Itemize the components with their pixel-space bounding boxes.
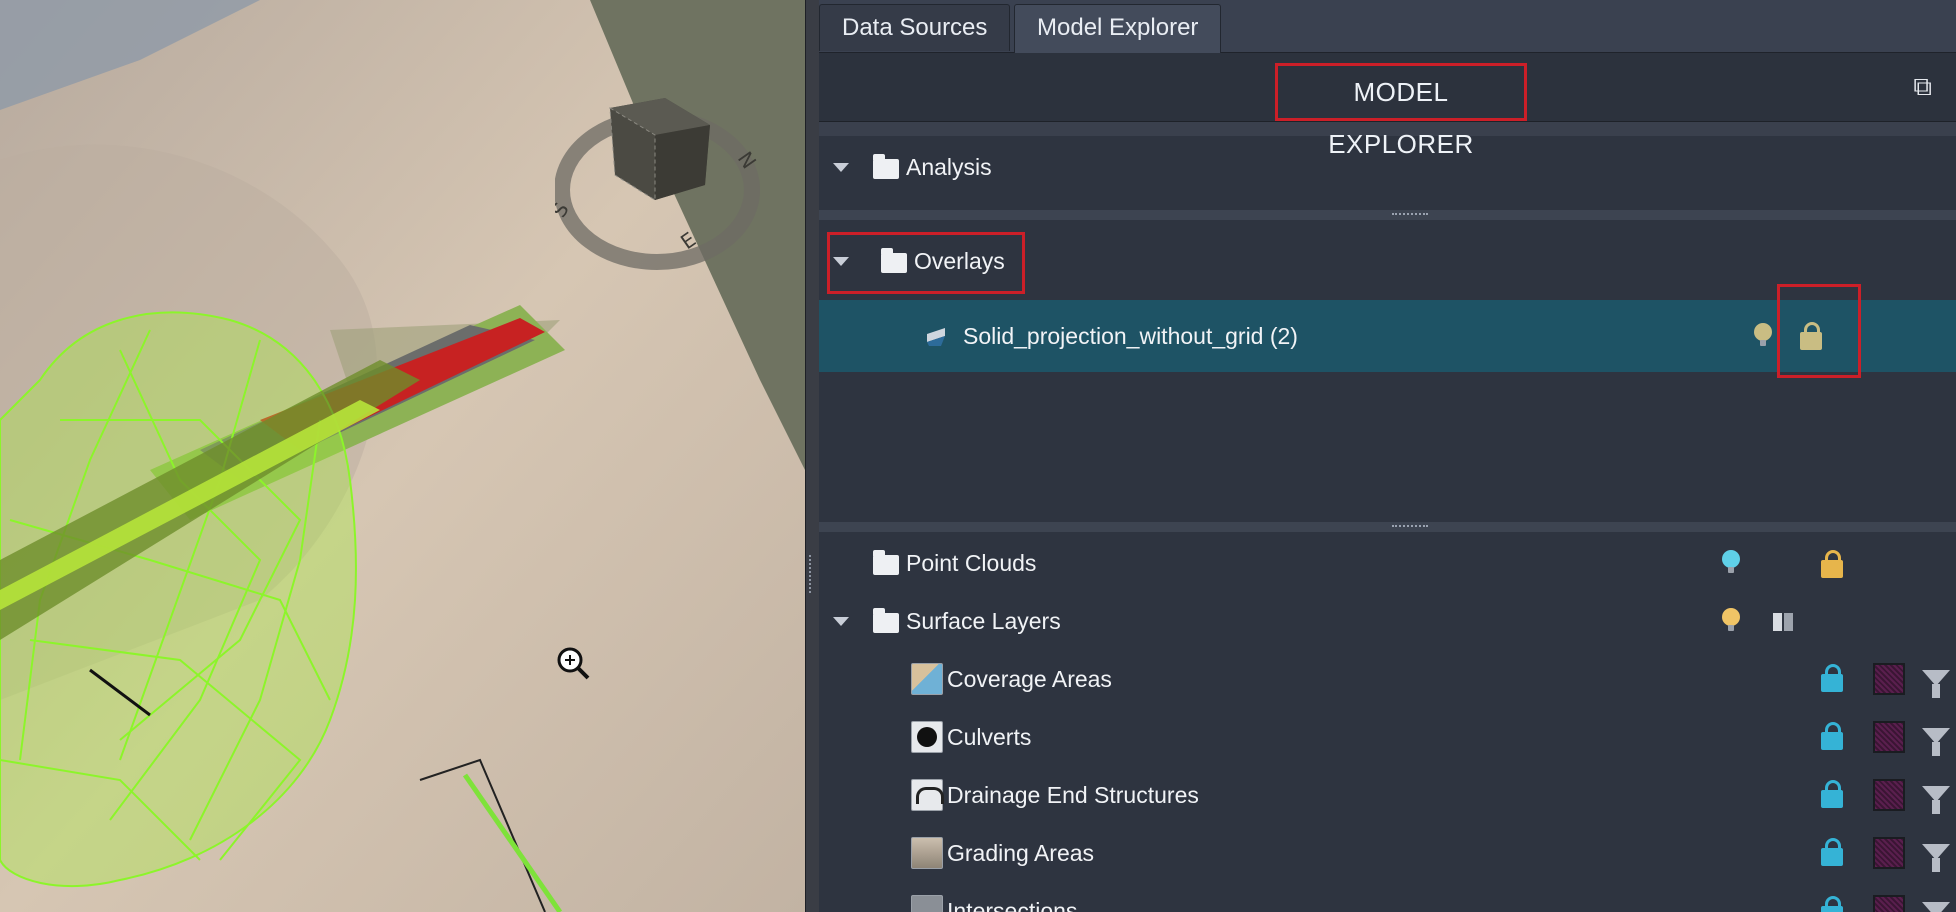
tree-item-label: Drainage End Structures xyxy=(947,782,1199,808)
color-swatch[interactable] xyxy=(1873,837,1905,869)
layer-panel-icon[interactable] xyxy=(1771,610,1795,634)
filter-icon[interactable] xyxy=(1922,844,1950,872)
chevron-down-icon[interactable] xyxy=(833,163,849,172)
section-divider[interactable] xyxy=(819,522,1956,532)
unlock-icon[interactable] xyxy=(1821,838,1843,866)
list-item[interactable]: Coverage Areas xyxy=(819,650,1956,708)
tree-item-label: Point Clouds xyxy=(906,550,1037,576)
unlock-icon[interactable] xyxy=(1821,780,1843,808)
tree-item-label: Coverage Areas xyxy=(947,666,1112,692)
divider-grip xyxy=(1392,525,1428,531)
color-swatch[interactable] xyxy=(1873,721,1905,753)
tab-model-explorer[interactable]: Model Explorer xyxy=(1014,4,1222,53)
restore-window-icon[interactable]: ⧉ xyxy=(1913,71,1932,103)
tab-bar: Data Sources Model Explorer xyxy=(819,0,1956,53)
tree-item-label: Surface Layers xyxy=(906,608,1061,634)
visibility-bulb-icon[interactable] xyxy=(1722,550,1740,573)
tree-item-point-clouds[interactable]: Point Clouds xyxy=(819,534,1956,592)
panel-header: MODEL EXPLORER ⧉ xyxy=(819,53,1956,159)
folder-icon xyxy=(873,154,899,179)
drainage-end-structures-icon xyxy=(911,779,944,811)
culverts-icon xyxy=(911,721,943,753)
tree-item-label: Solid_projection_without_grid (2) xyxy=(963,323,1298,349)
grading-areas-icon xyxy=(911,837,943,869)
folder-icon xyxy=(873,608,899,633)
model-explorer-panel: Data Sources Model Explorer MODEL EXPLOR… xyxy=(819,0,1956,912)
unlock-icon[interactable] xyxy=(1821,722,1843,750)
tree-item-analysis[interactable]: Analysis xyxy=(819,138,1956,196)
pane-splitter[interactable] xyxy=(805,0,820,912)
3d-viewport[interactable]: N E S xyxy=(0,0,805,912)
tree-item-label: Intersections xyxy=(947,898,1078,912)
tree-item-surface-layers[interactable]: Surface Layers xyxy=(819,592,1956,650)
list-item[interactable]: Drainage End Structures xyxy=(819,766,1956,824)
unlock-icon[interactable] xyxy=(1821,664,1843,692)
chevron-down-icon[interactable] xyxy=(833,617,849,626)
lock-highlight-box xyxy=(1777,284,1861,378)
color-swatch[interactable] xyxy=(1873,895,1905,912)
tree-item-label: Analysis xyxy=(906,154,992,180)
list-item[interactable]: Grading Areas xyxy=(819,824,1956,882)
filter-icon[interactable] xyxy=(1922,670,1950,698)
filter-icon[interactable] xyxy=(1922,728,1950,756)
list-item[interactable]: Intersections xyxy=(819,882,1956,912)
color-swatch[interactable] xyxy=(1873,779,1905,811)
tree-item-label: Grading Areas xyxy=(947,840,1095,866)
coverage-areas-icon xyxy=(911,663,943,695)
filter-icon[interactable] xyxy=(1922,786,1950,814)
lock-icon[interactable] xyxy=(1821,550,1843,578)
intersections-icon xyxy=(911,895,943,912)
folder-icon xyxy=(873,550,899,575)
page-title: MODEL EXPLORER xyxy=(1275,63,1527,159)
color-swatch[interactable] xyxy=(1873,663,1905,695)
visibility-bulb-icon[interactable] xyxy=(1722,608,1740,631)
list-item[interactable]: Culverts xyxy=(819,708,1956,766)
solid-layer-icon xyxy=(923,322,949,348)
tab-data-sources[interactable]: Data Sources xyxy=(819,4,1011,51)
section-divider[interactable] xyxy=(819,210,1956,220)
unlock-icon[interactable] xyxy=(1821,896,1843,912)
splitter-grip xyxy=(809,555,817,593)
tree-item-label: Culverts xyxy=(947,724,1032,750)
overlays-highlight-box xyxy=(827,232,1025,294)
divider-grip xyxy=(1392,213,1428,219)
filter-icon[interactable] xyxy=(1922,902,1950,912)
view-cube[interactable]: N E S xyxy=(555,90,760,270)
visibility-bulb-icon[interactable] xyxy=(1754,323,1772,346)
